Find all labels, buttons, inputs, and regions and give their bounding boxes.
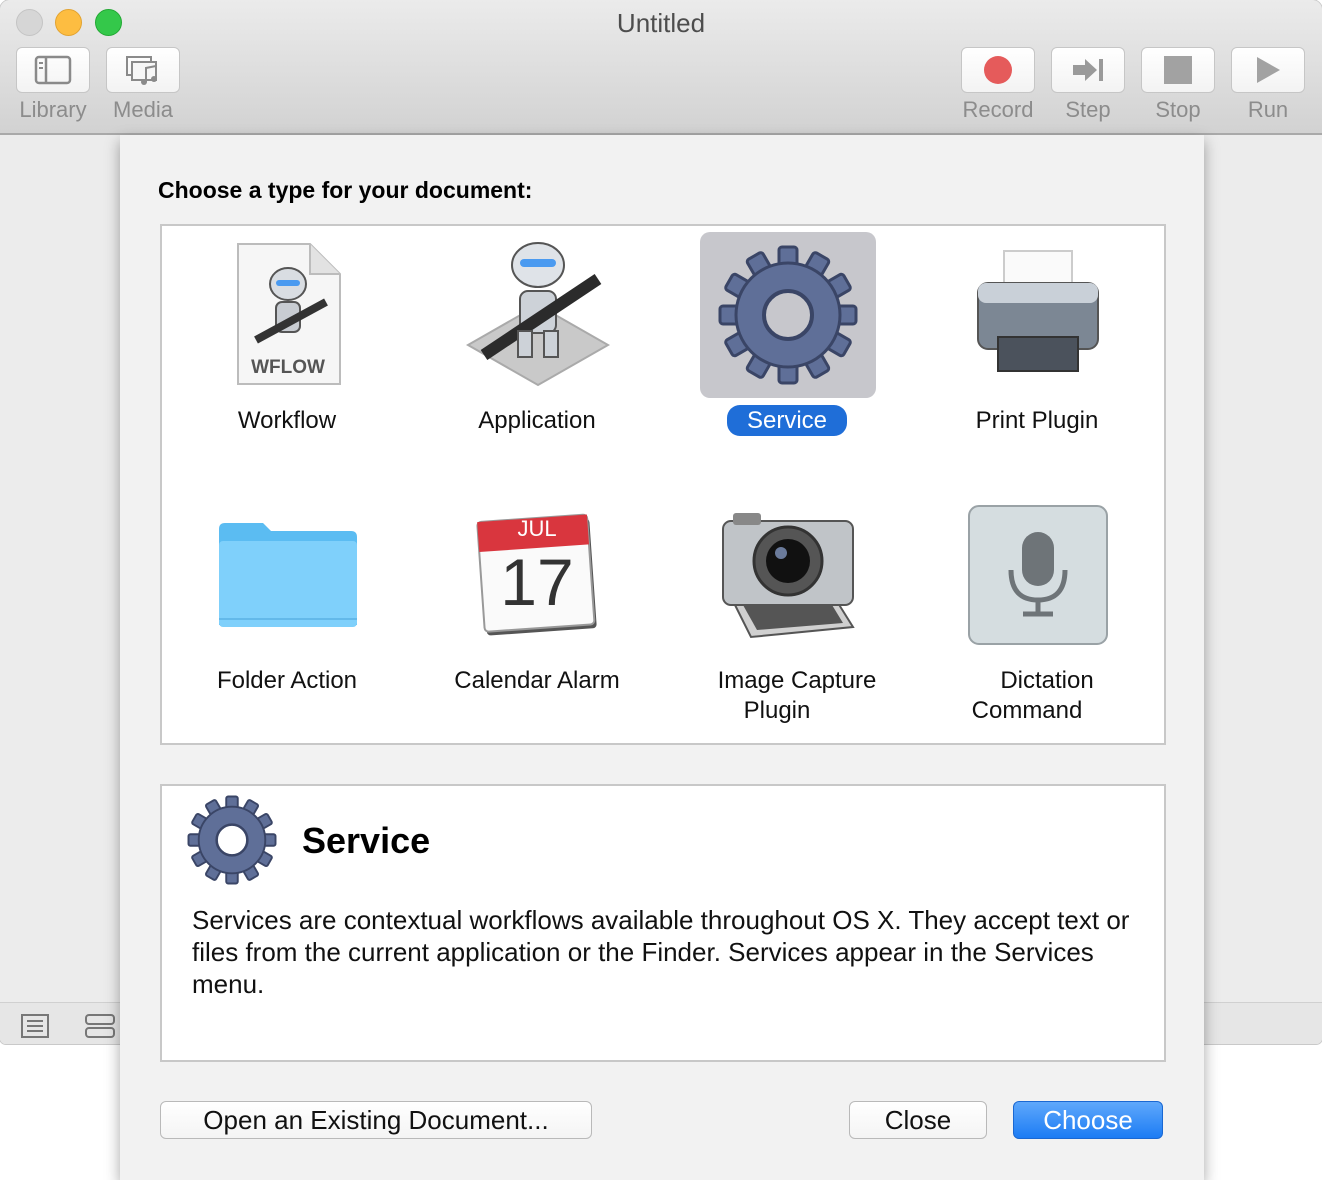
type-folder-action[interactable]: Folder Action bbox=[162, 486, 412, 736]
step-button[interactable] bbox=[1051, 47, 1125, 93]
dictation-icon-area bbox=[950, 492, 1126, 658]
type-dictation-label: Dictation Command bbox=[971, 667, 1094, 724]
type-application-label: Application bbox=[478, 407, 596, 434]
stop-label: Stop bbox=[1155, 97, 1201, 122]
type-image-capture-label: Image Capture Plugin bbox=[717, 667, 877, 724]
step-label: Step bbox=[1065, 97, 1111, 122]
image-capture-icon-area bbox=[700, 492, 876, 658]
gear-icon bbox=[718, 245, 858, 385]
type-service-label: Service bbox=[662, 405, 912, 436]
description-panel: Service Services are contextual workflow… bbox=[160, 784, 1166, 1062]
microphone-icon bbox=[968, 505, 1108, 645]
record-icon bbox=[984, 56, 1012, 84]
type-workflow[interactable]: Workflow WFLOW bbox=[162, 226, 412, 476]
log-list-icon[interactable] bbox=[20, 1013, 50, 1039]
title-bar: Untitled Library Media Record Step Stop … bbox=[0, 0, 1322, 135]
stop-icon bbox=[1164, 56, 1192, 84]
sheet-heading: Choose a type for your document: bbox=[158, 177, 533, 203]
record-toolbar-item[interactable]: Record bbox=[960, 47, 1036, 123]
calendar-day: 17 bbox=[500, 545, 574, 619]
library-toolbar-item[interactable]: Library bbox=[15, 47, 91, 123]
play-icon bbox=[1257, 57, 1280, 83]
media-label: Media bbox=[113, 97, 173, 122]
library-button[interactable] bbox=[16, 47, 90, 93]
close-button[interactable]: Close bbox=[849, 1101, 987, 1139]
variables-icon[interactable] bbox=[84, 1013, 116, 1039]
window-title: Untitled bbox=[616, 8, 706, 38]
type-calendar-alarm-label: Calendar Alarm bbox=[454, 667, 620, 694]
type-service[interactable]: Service bbox=[662, 226, 912, 476]
service-icon-area bbox=[700, 232, 876, 398]
description-title: Service bbox=[302, 820, 431, 861]
media-toolbar-item[interactable]: Media bbox=[105, 47, 181, 123]
record-button[interactable] bbox=[961, 47, 1035, 93]
type-print-plugin-label: Print Plugin bbox=[975, 407, 1099, 434]
workflow-badge: WFLOW bbox=[251, 357, 325, 378]
run-toolbar-item[interactable]: Run bbox=[1230, 47, 1306, 123]
printer-icon bbox=[977, 250, 1099, 372]
document-type-sheet: Choose a type for your document: Workflo… bbox=[120, 135, 1204, 1180]
document-type-grid: Workflow WFLOW Application Service Print… bbox=[160, 224, 1166, 745]
run-button[interactable] bbox=[1231, 47, 1305, 93]
application-icon-area bbox=[450, 232, 626, 398]
record-label: Record bbox=[962, 97, 1034, 122]
library-label: Library bbox=[19, 97, 87, 122]
media-icon bbox=[126, 56, 157, 85]
print-plugin-icon-area bbox=[950, 232, 1126, 398]
description-text: Services are contextual workflows availa… bbox=[192, 905, 1130, 999]
type-folder-action-label: Folder Action bbox=[216, 667, 358, 694]
stop-toolbar-item[interactable]: Stop bbox=[1140, 47, 1216, 123]
type-dictation-command[interactable]: Dictation Command bbox=[912, 486, 1162, 736]
stop-button[interactable] bbox=[1141, 47, 1215, 93]
automator-robot-icon bbox=[465, 242, 611, 387]
step-icon bbox=[1073, 59, 1103, 81]
open-existing-document-button[interactable]: Open an Existing Document... bbox=[160, 1101, 592, 1139]
camera-icon bbox=[722, 513, 855, 639]
type-workflow-label: Workflow bbox=[237, 407, 337, 434]
type-application[interactable]: Application bbox=[412, 226, 662, 476]
choose-button[interactable]: Choose bbox=[1013, 1101, 1163, 1139]
media-button[interactable] bbox=[106, 47, 180, 93]
run-label: Run bbox=[1247, 97, 1289, 122]
step-toolbar-item[interactable]: Step bbox=[1050, 47, 1126, 123]
type-print-plugin[interactable]: Print Plugin bbox=[912, 226, 1162, 476]
type-calendar-alarm[interactable]: JUL 17 Calendar Alarm bbox=[412, 486, 662, 736]
calendar-month: JUL bbox=[517, 516, 557, 541]
type-image-capture-plugin[interactable]: Image Capture Plugin bbox=[662, 486, 912, 736]
library-icon bbox=[34, 55, 72, 85]
folder-icon bbox=[219, 523, 357, 627]
gear-icon bbox=[187, 795, 277, 885]
folder-action-icon-area bbox=[200, 492, 376, 658]
